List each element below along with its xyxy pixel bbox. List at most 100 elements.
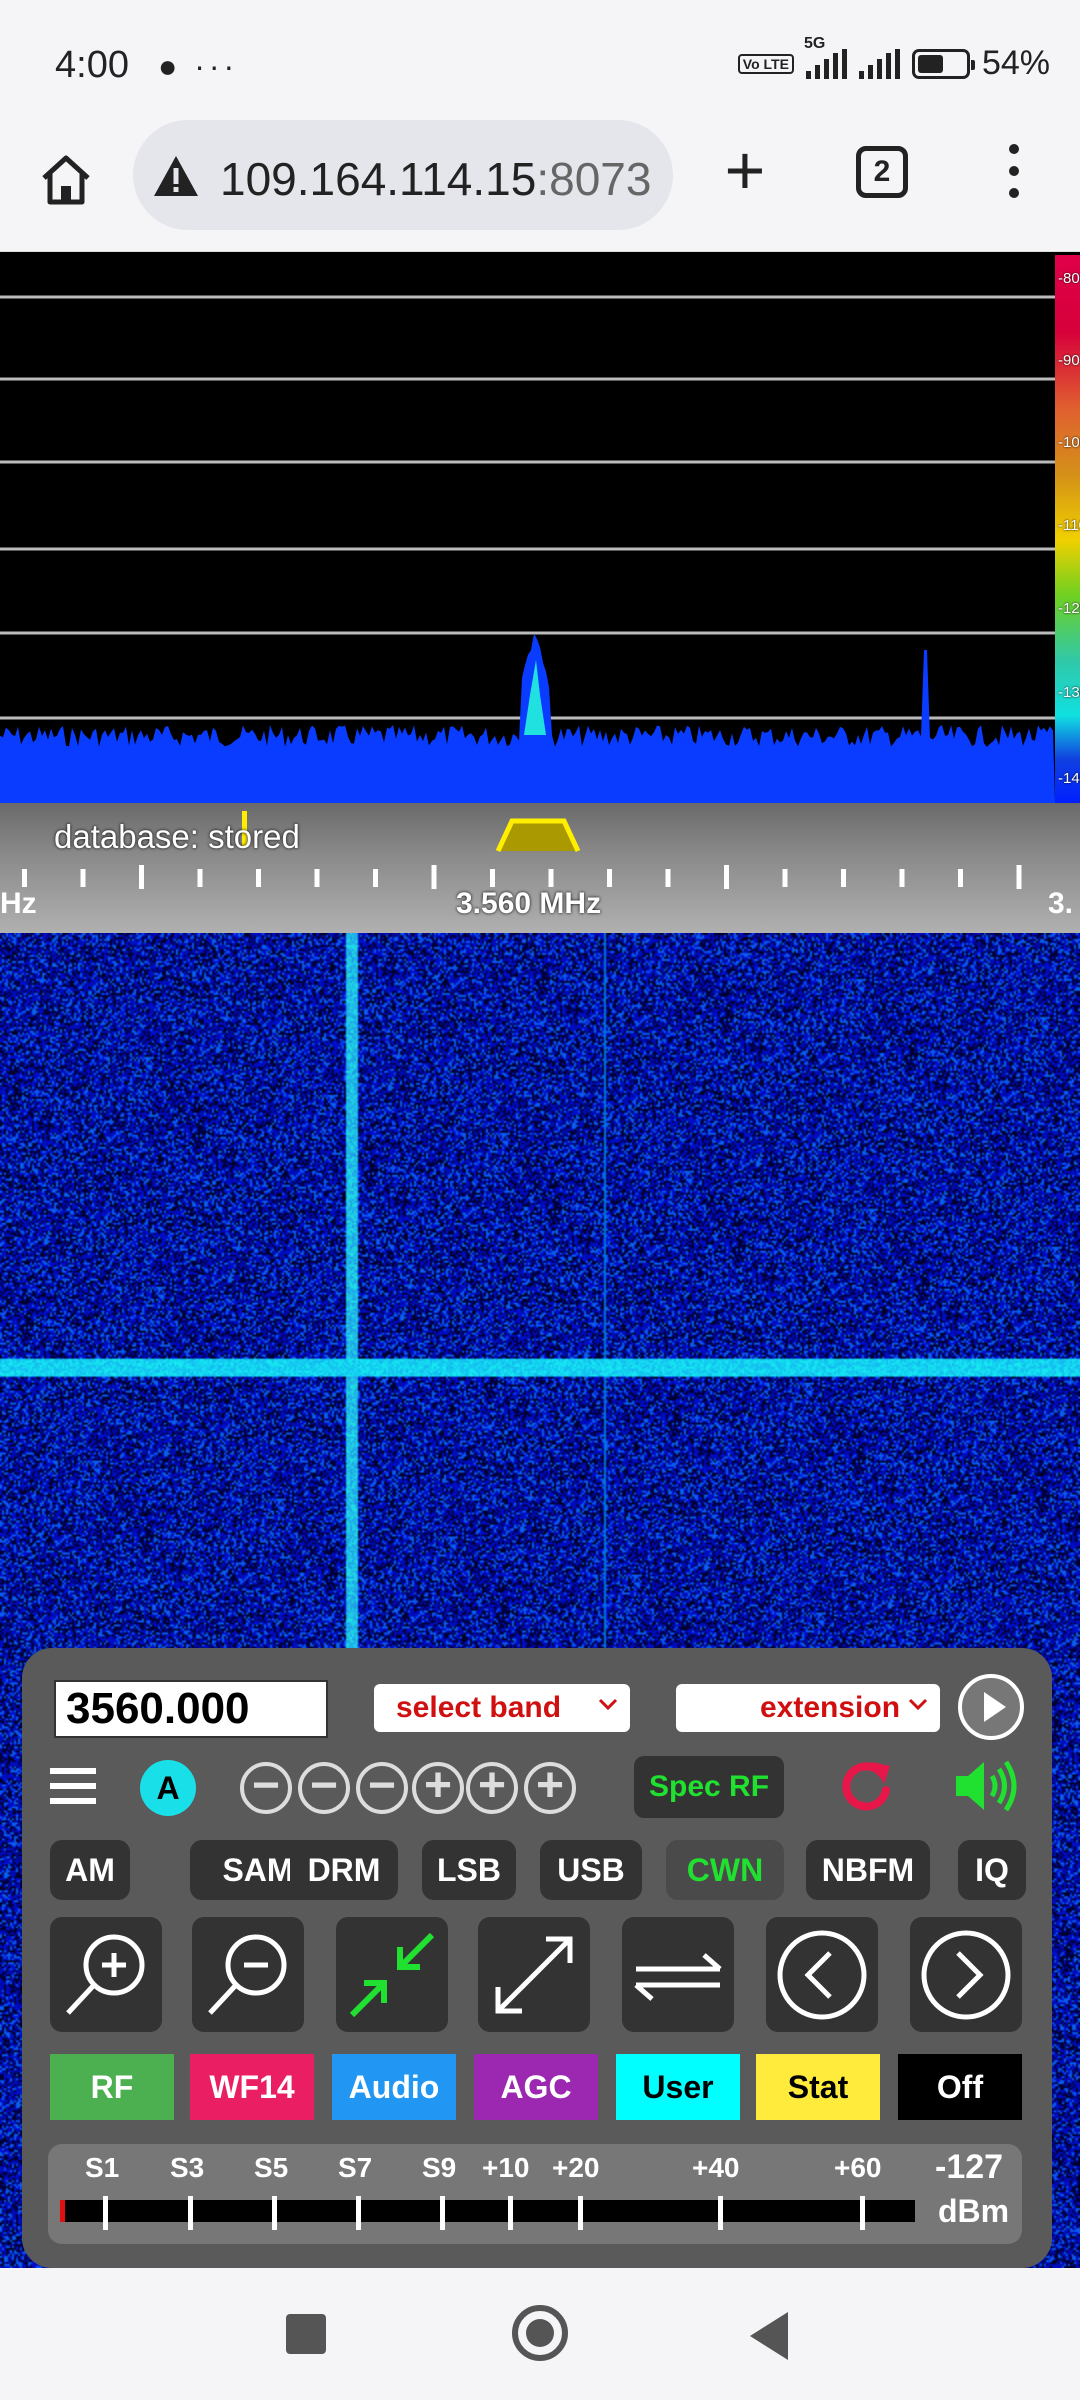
- s-meter-label: S1: [85, 2152, 120, 2183]
- tab-wf14[interactable]: WF14: [190, 2054, 314, 2120]
- s-meter-label: S9: [422, 2152, 457, 2183]
- tab-audio[interactable]: Audio: [332, 2054, 456, 2120]
- zoom-in-button[interactable]: [50, 1917, 162, 2032]
- swap-button[interactable]: [622, 1917, 734, 2032]
- s-meter-tick: [440, 2196, 445, 2230]
- tab-stat[interactable]: Stat: [756, 2054, 880, 2120]
- new-tab-button[interactable]: +: [715, 135, 775, 205]
- ruler-right-label: 3.: [1048, 887, 1074, 920]
- page-left-button[interactable]: [766, 1917, 878, 2032]
- s-meter-label: +40: [692, 2152, 740, 2183]
- s-meter-label: S3: [170, 2152, 205, 2183]
- scale-label: -130: [1058, 684, 1080, 701]
- mode-button-iq[interactable]: IQ: [958, 1840, 1026, 1900]
- hamburger-menu-icon[interactable]: [50, 1768, 96, 1808]
- extension-select[interactable]: extension: [676, 1684, 940, 1732]
- expand-arrows-icon: [495, 1936, 573, 2014]
- zoom-out-button[interactable]: [192, 1917, 304, 2032]
- signal-5g-icon: 5G: [804, 35, 847, 79]
- swap-arrows-icon: [634, 1953, 722, 2001]
- s-meter-tick: [860, 2196, 865, 2230]
- chevron-down-icon: [598, 1698, 618, 1711]
- mode-button-drm[interactable]: DRM: [290, 1840, 398, 1900]
- s-meter-level: [60, 2200, 65, 2222]
- s-meter-tick: [578, 2196, 583, 2230]
- network-type-label: 5G: [803, 34, 826, 52]
- scale-label: -120: [1058, 600, 1080, 617]
- ruler-left-label: Hz: [0, 887, 37, 920]
- s-meter-label: +20: [552, 2152, 600, 2183]
- warning-icon[interactable]: [152, 154, 200, 198]
- browser-toolbar: 109.164.114.15:8073 + 2: [0, 120, 1080, 252]
- s-meter-label: +10: [482, 2152, 530, 2183]
- database-status: database: stored: [54, 818, 300, 855]
- notification-icons: ● ···: [158, 48, 239, 84]
- ruler-center-freq: 3.560 MHz: [456, 887, 602, 920]
- zoom-plus-button[interactable]: +: [466, 1762, 518, 1814]
- zoom-minus-button[interactable]: −: [298, 1762, 350, 1814]
- zoom-plus-button[interactable]: +: [412, 1762, 464, 1814]
- signal-dbm-unit: dBm: [938, 2193, 1010, 2229]
- home-icon[interactable]: [36, 150, 96, 210]
- url-text[interactable]: 109.164.114.15:8073: [220, 152, 651, 206]
- mode-button-usb[interactable]: USB: [540, 1840, 642, 1900]
- play-icon[interactable]: [958, 1674, 1024, 1740]
- signal-dbm-value: -127: [935, 2148, 1004, 2186]
- tab-user[interactable]: User: [616, 2054, 740, 2120]
- recents-button[interactable]: [286, 2314, 326, 2354]
- more-menu-icon[interactable]: [1000, 144, 1028, 204]
- mode-button-am[interactable]: AM: [50, 1840, 130, 1900]
- s-meter-label: +60: [834, 2152, 882, 2183]
- status-bar: 4:00 ● ··· Vo LTE 5G 54%: [0, 0, 1080, 120]
- scale-label: -140: [1058, 770, 1080, 787]
- volte-icon: Vo LTE: [737, 53, 794, 74]
- page-right-button[interactable]: [910, 1917, 1022, 2032]
- zoom-minus-button[interactable]: −: [240, 1762, 292, 1814]
- chevron-down-icon: [908, 1698, 928, 1711]
- scale-label: -80: [1058, 270, 1080, 287]
- zoom-minus-button[interactable]: −: [356, 1762, 408, 1814]
- chevron-left-icon: [777, 1930, 867, 2020]
- collapse-arrows-icon: [349, 1932, 435, 2018]
- s-meter-label: S7: [338, 2152, 373, 2183]
- spectrum-display[interactable]: [0, 255, 1080, 803]
- frequency-input[interactable]: 3560.000: [54, 1680, 328, 1738]
- zoom-to-passband-button[interactable]: [336, 1917, 448, 2032]
- zoom-plus-button[interactable]: +: [524, 1762, 576, 1814]
- home-button[interactable]: [512, 2305, 568, 2361]
- zoom-in-icon: [66, 1934, 145, 2015]
- s-meter-tick: [103, 2196, 108, 2230]
- s-meter-tick: [718, 2196, 723, 2230]
- band-select[interactable]: select band: [374, 1684, 630, 1732]
- passband-indicator: [495, 818, 581, 853]
- s-meter-tick: [508, 2196, 513, 2230]
- spec-rf-button[interactable]: Spec RF: [634, 1756, 784, 1818]
- chevron-right-icon: [921, 1930, 1011, 2020]
- scale-label: -100: [1058, 434, 1080, 451]
- speaker-icon[interactable]: [952, 1756, 1018, 1816]
- url-host: 109.164.114.15: [220, 153, 537, 205]
- zoom-full-button[interactable]: [478, 1917, 590, 2032]
- status-right: Vo LTE 5G 54%: [737, 35, 1050, 83]
- zoom-out-icon: [208, 1934, 287, 2015]
- battery-percent: 54%: [981, 44, 1050, 82]
- s-meter-tick: [356, 2196, 361, 2230]
- s-meter-tick: [188, 2196, 193, 2230]
- s-meter-label: S5: [254, 2152, 289, 2183]
- mode-button-nbfm[interactable]: NBFM: [806, 1840, 930, 1900]
- tab-switcher-button[interactable]: 2: [856, 146, 908, 198]
- tab-rf[interactable]: RF: [50, 2054, 174, 2120]
- vfo-a-button[interactable]: A: [140, 1760, 196, 1816]
- band-select-label: select band: [396, 1691, 562, 1724]
- back-button[interactable]: [750, 2312, 788, 2360]
- signal-icon: [858, 48, 900, 79]
- scale-label: -90: [1058, 352, 1080, 369]
- extension-select-label: extension: [760, 1691, 901, 1724]
- tab-agc[interactable]: AGC: [474, 2054, 598, 2120]
- url-port: :8073: [536, 153, 652, 205]
- mode-button-cwn[interactable]: CWN: [666, 1840, 784, 1900]
- reload-icon[interactable]: [836, 1756, 896, 1816]
- scale-label: -110: [1058, 517, 1080, 534]
- mode-button-lsb[interactable]: LSB: [422, 1840, 516, 1900]
- tab-off[interactable]: Off: [898, 2054, 1022, 2120]
